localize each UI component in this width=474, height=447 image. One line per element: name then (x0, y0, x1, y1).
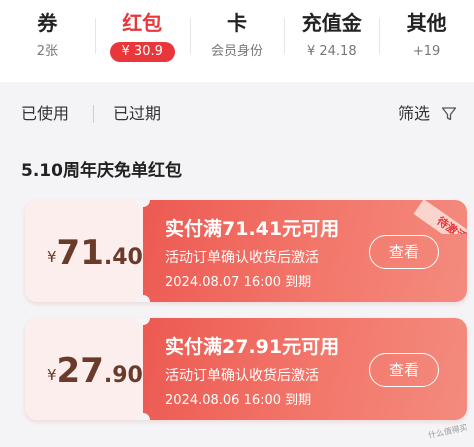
card-notch (136, 413, 150, 420)
view-button[interactable]: 查看 (369, 353, 439, 387)
coupon-amount-panel: ¥27.90 (25, 318, 143, 420)
funnel-icon[interactable] (441, 106, 457, 122)
tab-count: +19 (412, 44, 441, 59)
amount-decimal: .40 (103, 245, 143, 270)
status-badge-label: 待激活 (413, 200, 467, 234)
section-title: 5.10周年庆免单红包 (21, 161, 182, 181)
tab-label: 充值金 (301, 11, 362, 35)
currency-symbol: ¥ (47, 366, 57, 384)
card-notch (136, 295, 150, 302)
coupon-card[interactable]: ¥71.40 实付满71.41元可用 活动订单确认收货后激活 2024.08.0… (25, 200, 467, 302)
category-tabs: 券 2张 红包 ¥ 30.9 卡 会员身份 充值金 ¥ 24.18 其他 +19 (0, 0, 474, 82)
tab-red-packets[interactable]: 红包 ¥ 30.9 (94, 0, 190, 82)
amount-decimal: .90 (103, 363, 143, 388)
tab-sub-label: 会员身份 (210, 44, 263, 59)
filter-bar: 已使用 已过期 筛选 (0, 82, 474, 144)
tab-coupons[interactable]: 券 2张 (0, 0, 95, 82)
coupon-expiry: 2024.08.07 16:00 到期 (165, 275, 312, 290)
coupon-description: 活动订单确认收货后激活 (165, 250, 319, 266)
filter-expired[interactable]: 已过期 (113, 104, 161, 124)
tab-cards[interactable]: 卡 会员身份 (189, 0, 285, 82)
tab-amount: ¥ 24.18 (306, 44, 357, 59)
tab-count: 2张 (36, 44, 59, 59)
amount-integer: 27 (56, 351, 104, 391)
coupon-amount: ¥27.90 (47, 351, 143, 397)
tab-label: 卡 (226, 11, 247, 35)
filter-divider (93, 105, 94, 123)
coupon-description: 活动订单确认收货后激活 (165, 368, 319, 384)
coupon-condition: 实付满27.91元可用 (165, 336, 340, 358)
filter-button-label[interactable]: 筛选 (398, 104, 430, 124)
tab-recharge-balance[interactable]: 充值金 ¥ 24.18 (284, 0, 379, 82)
filter-used[interactable]: 已使用 (21, 104, 69, 124)
coupon-detail-panel: 实付满71.41元可用 活动订单确认收货后激活 2024.08.07 16:00… (143, 200, 467, 302)
view-button[interactable]: 查看 (369, 235, 439, 269)
coupon-card[interactable]: ¥27.90 实付满27.91元可用 活动订单确认收货后激活 2024.08.0… (25, 318, 467, 420)
coupon-detail-panel: 实付满27.91元可用 活动订单确认收货后激活 2024.08.06 16:00… (143, 318, 467, 420)
tab-label: 其他 (406, 11, 447, 35)
coupon-condition: 实付满71.41元可用 (165, 218, 340, 240)
tab-label: 红包 (122, 11, 163, 35)
coupon-expiry: 2024.08.06 16:00 到期 (165, 393, 312, 408)
tab-other[interactable]: 其他 +19 (379, 0, 474, 82)
tab-amount-badge: ¥ 30.9 (109, 42, 175, 62)
status-badge: 待激活 (409, 200, 467, 234)
currency-symbol: ¥ (47, 248, 57, 266)
coupon-amount-panel: ¥71.40 (25, 200, 143, 302)
coupon-amount: ¥71.40 (47, 233, 143, 279)
tab-label: 券 (37, 11, 58, 35)
amount-integer: 71 (56, 233, 104, 273)
watermark: 什么值得买 (427, 422, 469, 441)
